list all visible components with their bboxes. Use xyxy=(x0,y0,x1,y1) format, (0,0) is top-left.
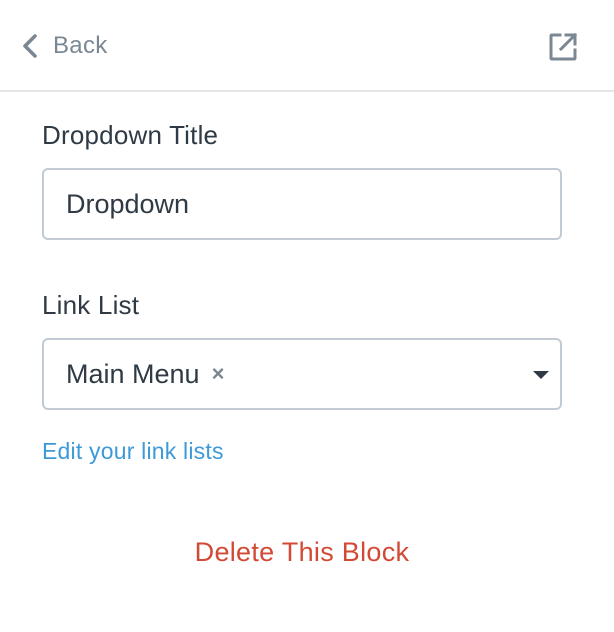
link-list-select[interactable]: Main Menu × xyxy=(42,338,562,410)
chevron-left-icon xyxy=(23,34,37,58)
delete-block-button[interactable]: Delete This Block xyxy=(0,537,604,568)
open-external-button[interactable] xyxy=(546,30,580,64)
dropdown-title-label: Dropdown Title xyxy=(42,120,219,150)
back-label: Back xyxy=(53,32,108,59)
caret-down-icon xyxy=(533,371,549,379)
dropdown-title-input[interactable] xyxy=(42,168,562,240)
back-button[interactable]: Back xyxy=(22,28,108,64)
link-list-label: Link List xyxy=(42,290,140,320)
external-link-icon xyxy=(549,32,578,61)
edit-link-lists-link[interactable]: Edit your link lists xyxy=(42,438,224,465)
remove-selection-icon[interactable]: × xyxy=(212,363,225,385)
selected-link-list: Main Menu xyxy=(66,358,200,389)
panel-header: Back xyxy=(0,0,614,92)
